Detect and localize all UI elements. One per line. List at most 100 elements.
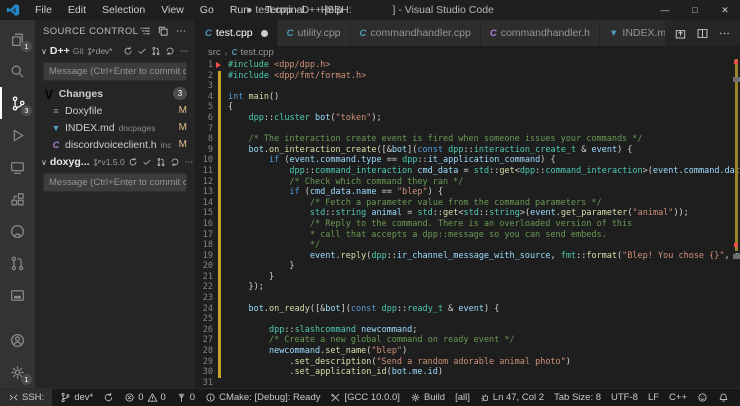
ellipsis-icon[interactable]: [718, 27, 731, 40]
breadcrumb-item-src[interactable]: src: [208, 47, 221, 58]
code-text: * call that accepts a dpp::message so yo…: [228, 230, 607, 241]
status-cmake-status[interactable]: CMake: [Debug]: Ready: [200, 389, 325, 406]
pull-request-icon[interactable]: [151, 46, 161, 56]
gutter-modified-mark: [218, 230, 221, 241]
status-problems[interactable]: 00: [119, 389, 171, 406]
activity-github[interactable]: [0, 215, 35, 247]
status-ports[interactable]: 0: [171, 389, 200, 406]
code-line: 22 });: [196, 282, 740, 293]
tab-test.cpp[interactable]: Ctest.cpp: [196, 20, 278, 46]
maximize-button[interactable]: □: [680, 0, 710, 20]
code-line: 2#include <dpp/fmt/format.h>: [196, 71, 740, 82]
commit-message-input-1[interactable]: Message (Ctrl+Enter to commit on...: [43, 173, 187, 192]
layers-icon[interactable]: [157, 25, 169, 37]
ellipsis-icon[interactable]: [184, 157, 194, 167]
tab-INDEX.md[interactable]: ▼INDEX.mdM: [600, 20, 665, 46]
breadcrumb-item-test.cpp[interactable]: Ctest.cpp: [232, 47, 274, 58]
menu-file[interactable]: File: [28, 2, 59, 18]
activity-accounts[interactable]: [0, 324, 35, 356]
markdown-icon: ▼: [609, 28, 618, 39]
changed-file-row[interactable]: ▼INDEX.mddocpagesM: [35, 119, 195, 136]
check-icon[interactable]: [142, 157, 152, 167]
status-indentation[interactable]: Tab Size: 8: [549, 389, 606, 406]
menu-view[interactable]: View: [154, 2, 191, 18]
refresh-icon[interactable]: [165, 46, 175, 56]
activity-source-control[interactable]: 3: [0, 87, 35, 119]
close-button[interactable]: ✕: [710, 0, 740, 20]
repo-branch: dev*: [87, 46, 113, 56]
status-cmake-build[interactable]: Build: [405, 389, 450, 406]
status-cursor-position[interactable]: Ln 47, Col 2: [488, 389, 549, 406]
split-editor-icon[interactable]: [696, 27, 709, 40]
ellipsis-icon[interactable]: [175, 25, 187, 37]
status-remote-indicator[interactable]: SSH:: [0, 389, 52, 406]
status-encoding[interactable]: UTF-8: [606, 389, 643, 406]
line-number: 16: [196, 219, 218, 230]
status-cmake-debug[interactable]: [475, 389, 488, 406]
activity-github-pull-requests[interactable]: [0, 247, 35, 279]
line-number: 4: [196, 92, 218, 103]
breadcrumb-separator: ›: [225, 48, 228, 58]
code-editor[interactable]: 1#include <dpp/dpp.h>2#include <dpp/fmt/…: [196, 59, 740, 388]
error-icon: [124, 392, 135, 403]
status-cmake-target[interactable]: [all]: [450, 389, 475, 406]
tab-label: commandhandler.cpp: [370, 27, 470, 39]
gutter-modified-mark: [218, 325, 221, 336]
overview-ruler[interactable]: [732, 59, 740, 388]
line-number: 3: [196, 81, 218, 92]
ellipsis-icon[interactable]: [179, 46, 189, 56]
tab-commandhandler.cpp[interactable]: Ccommandhandler.cpp: [351, 20, 481, 46]
activity-settings[interactable]: 1: [0, 356, 35, 388]
status-sync-changes[interactable]: [98, 389, 119, 406]
extensions-icon: [9, 191, 26, 208]
changed-file-row[interactable]: Cdiscordvoiceclient.hinclude/d...M: [35, 136, 195, 153]
activity-search[interactable]: [0, 55, 35, 87]
repo-name: doxyg...: [50, 156, 90, 168]
refresh-icon[interactable]: [170, 157, 180, 167]
status-cmake-kit[interactable]: [GCC 10.0.0]: [325, 389, 404, 406]
changes-section-header[interactable]: ∨Changes3: [35, 85, 195, 102]
activity-run-and-debug[interactable]: [0, 119, 35, 151]
sync-icon[interactable]: [128, 157, 138, 167]
list-tree-icon[interactable]: [139, 25, 151, 37]
minimize-button[interactable]: —: [650, 0, 680, 20]
code-text: /* Fetch a parameter value from the comm…: [228, 198, 602, 209]
activity-extensions[interactable]: [0, 183, 35, 215]
status-eol-sequence[interactable]: LF: [643, 389, 664, 406]
tab-commandhandler.h[interactable]: Ccommandhandler.h: [481, 20, 600, 46]
activity-explorer[interactable]: 1: [0, 23, 35, 55]
bell-icon: [718, 392, 729, 403]
changed-file-row[interactable]: ≡DoxyfileM: [35, 102, 195, 119]
status-notifications[interactable]: [713, 389, 734, 406]
repo-header-1[interactable]: ∨doxyg...v1.5.0: [35, 153, 195, 171]
gutter-blank: [218, 378, 221, 388]
repo-header-0[interactable]: ∨D++Gitdev*: [35, 42, 195, 60]
menu-go[interactable]: Go: [193, 2, 221, 18]
code-line: 12 /* Check which command they ran */: [196, 177, 740, 188]
editor-actions: [665, 20, 740, 46]
pull-request-icon[interactable]: [156, 157, 166, 167]
code-text: bot.on_ready([&bot](const dpp::ready_t &…: [228, 304, 499, 315]
code-text: /* The interaction create event is fired…: [228, 134, 643, 145]
file-path: include/d...: [161, 140, 171, 150]
dirty-indicator-icon[interactable]: [261, 30, 268, 37]
menu-selection[interactable]: Selection: [95, 2, 152, 18]
branch-icon: [93, 158, 102, 167]
code-text: }: [228, 261, 295, 272]
check-icon[interactable]: [137, 46, 147, 56]
activity-badge: 3: [21, 105, 32, 116]
code-text: /* Create a new global command on ready …: [228, 335, 515, 346]
sync-icon[interactable]: [123, 46, 133, 56]
cpp-icon: C: [360, 28, 367, 39]
tab-utility.cpp[interactable]: Cutility.cpp: [278, 20, 351, 46]
status-feedback[interactable]: [692, 389, 713, 406]
code-line: 24 bot.on_ready([&bot](const dpp::ready_…: [196, 304, 740, 315]
activity-remote-explorer[interactable]: [0, 151, 35, 183]
commit-message-input-0[interactable]: Message (Ctrl+Enter to commit on...: [43, 62, 187, 81]
status-git-branch[interactable]: dev*: [55, 389, 98, 406]
activity-panel-view[interactable]: [0, 279, 35, 311]
run-icon[interactable]: [674, 27, 687, 40]
code-line: 26 dpp::slashcommand newcommand;: [196, 325, 740, 336]
menu-edit[interactable]: Edit: [61, 2, 93, 18]
status-language-mode[interactable]: C++: [664, 389, 692, 406]
